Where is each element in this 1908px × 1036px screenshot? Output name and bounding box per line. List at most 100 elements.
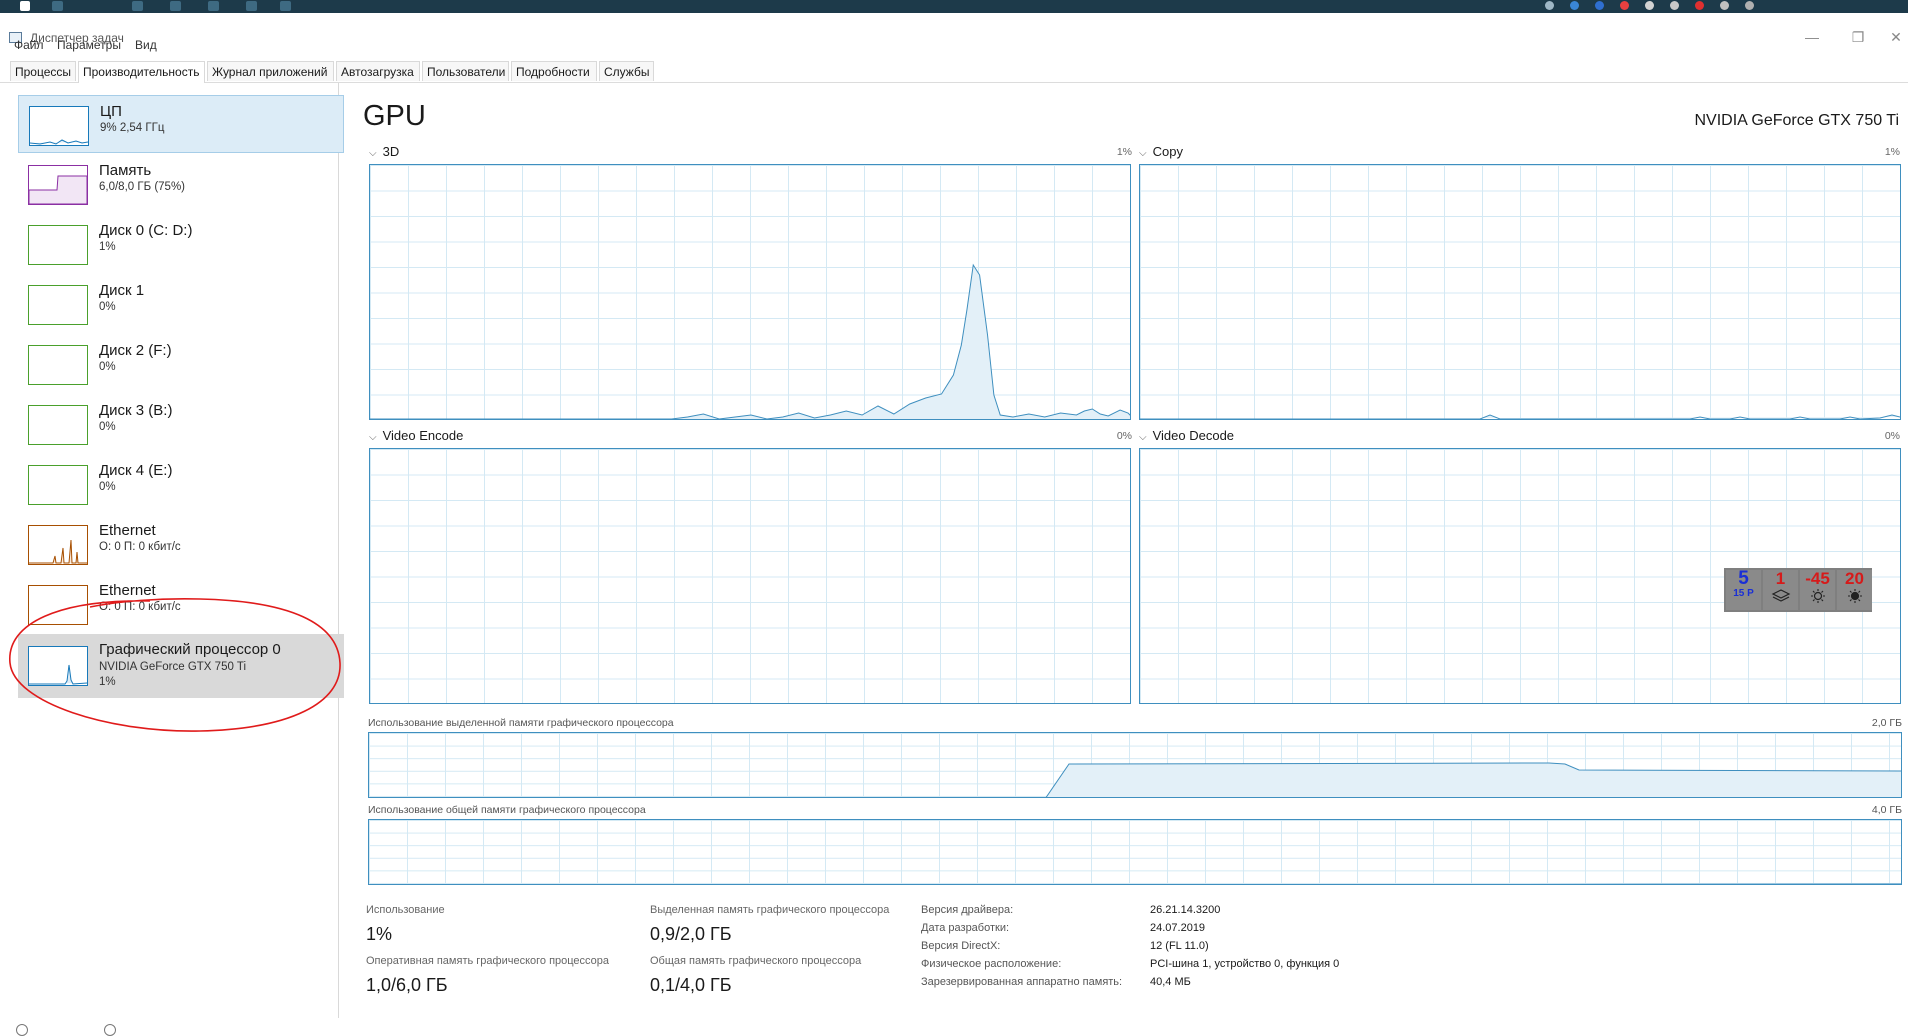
graph-label-copy[interactable]: ⌵ Copy <box>1139 144 1183 159</box>
sidebar-item-ethernet-1[interactable]: Ethernet О: 0 П: 0 кбит/с <box>18 515 344 573</box>
graph-pct-copy: 1% <box>1884 146 1900 158</box>
sidebar-item-cpu[interactable]: ЦП 9% 2,54 ГГц <box>18 95 344 153</box>
taskbar-app-icon[interactable] <box>170 1 181 11</box>
sidebar-item-value: 0% <box>99 481 116 493</box>
sun-icon <box>1810 589 1825 603</box>
tray-icon[interactable] <box>1620 1 1629 10</box>
shared-memory-stat-value: 0,1/4,0 ГБ <box>650 975 732 995</box>
tray-icon[interactable] <box>1570 1 1579 10</box>
graph-label-3d[interactable]: ⌵ 3D <box>369 144 399 159</box>
physical-location-key: Физическое расположение: <box>921 958 1062 970</box>
taskbar-app-icon[interactable] <box>280 1 291 11</box>
tray-icon[interactable] <box>1745 1 1754 10</box>
minimize-icon[interactable]: — <box>1792 27 1832 47</box>
disk-thumbnail <box>28 465 88 505</box>
shared-memory-line <box>1485 883 1901 884</box>
resource-sidebar: ЦП 9% 2,54 ГГц Память 6,0/8,0 ГБ (75%) Д… <box>8 83 344 1018</box>
dedicated-memory-stat-label: Выделенная память графического процессор… <box>650 904 890 916</box>
taskbar-app-icon[interactable] <box>246 1 257 11</box>
gpu-ram-value: 1,0/6,0 ГБ <box>366 975 448 995</box>
tab-performance[interactable]: Производительность <box>78 61 205 83</box>
sidebar-item-memory[interactable]: Память 6,0/8,0 ГБ (75%) <box>18 155 344 213</box>
widget-cell: 1 <box>1763 570 1798 610</box>
widget-cell: -45 <box>1800 570 1835 610</box>
tray-icon[interactable] <box>1645 1 1654 10</box>
dedicated-memory-max: 2,0 ГБ <box>1871 717 1902 729</box>
search-icon[interactable] <box>52 1 63 11</box>
tray-icon[interactable] <box>1670 1 1679 10</box>
driver-version-value: 26.21.14.3200 <box>1150 904 1221 916</box>
tab-startup[interactable]: Автозагрузка <box>336 61 420 81</box>
disk-thumbnail <box>28 405 88 445</box>
widget-cell: 5 15 Р <box>1726 569 1761 610</box>
reserved-memory-value: 40,4 МБ <box>1150 976 1191 988</box>
close-icon[interactable]: ✕ <box>1884 27 1908 47</box>
overlay-widget[interactable]: 5 15 Р 1 -45 20 <box>1724 568 1872 612</box>
sun-icon <box>1847 589 1862 603</box>
dedicated-memory-label: Использование выделенной памяти графичес… <box>368 717 674 729</box>
taskbar-app-icon[interactable] <box>208 1 219 11</box>
sidebar-item-disk-4[interactable]: Диск 4 (E:) 0% <box>18 455 344 513</box>
sidebar-item-label: Диск 3 (B:) <box>99 402 173 419</box>
tray-icon[interactable] <box>1595 1 1604 10</box>
tray-icon[interactable] <box>1695 1 1704 10</box>
chevron-down-icon[interactable]: ⌵ <box>1139 148 1147 159</box>
tab-users[interactable]: Пользователи <box>422 61 509 81</box>
sidebar-item-disk-3[interactable]: Диск 3 (B:) 0% <box>18 395 344 453</box>
cpu-thumbnail <box>29 106 89 146</box>
windows-start-icon[interactable] <box>20 1 30 11</box>
graph-copy-line <box>1140 414 1900 419</box>
title-bar: Диспетчер задач — ❐ ✕ <box>0 13 1908 45</box>
graph-pct-3d: 1% <box>1116 146 1132 158</box>
graph-3d-line <box>370 263 1130 419</box>
usage-value: 1% <box>366 924 393 944</box>
graph-label-video-decode[interactable]: ⌵ Video Decode <box>1139 428 1234 443</box>
sidebar-item-disk-0[interactable]: Диск 0 (C: D:) 1% <box>18 215 344 273</box>
disk-thumbnail <box>28 285 88 325</box>
sidebar-item-disk-1[interactable]: Диск 1 0% <box>18 275 344 333</box>
sidebar-item-disk-2[interactable]: Диск 2 (F:) 0% <box>18 335 344 393</box>
driver-date-key: Дата разработки: <box>921 922 1010 934</box>
chevron-down-icon[interactable]: ⌵ <box>369 432 377 443</box>
menu-options[interactable]: Параметры <box>57 38 121 52</box>
memory-thumbnail <box>28 165 88 205</box>
usage-label: Использование <box>366 904 445 916</box>
driver-date-value: 24.07.2019 <box>1150 922 1206 934</box>
sidebar-item-value: 9% 2,54 ГГц <box>100 122 165 134</box>
sidebar-item-label: Диск 4 (E:) <box>99 462 173 479</box>
tab-services[interactable]: Службы <box>599 61 654 81</box>
graph-video-encode <box>369 448 1131 704</box>
physical-location-value: PCI-шина 1, устройство 0, функция 0 <box>1150 958 1340 970</box>
ethernet-thumbnail <box>28 525 88 565</box>
resource-monitor-icon[interactable] <box>104 1024 116 1036</box>
shared-memory-max: 4,0 ГБ <box>1871 804 1902 816</box>
gpu-ram-label: Оперативная память графического процессо… <box>366 955 610 967</box>
tab-details[interactable]: Подробности <box>511 61 597 81</box>
red-circle-annotation <box>9 598 341 732</box>
graph-pct-video-encode: 0% <box>1116 430 1132 442</box>
restore-icon[interactable]: ❐ <box>1838 27 1878 47</box>
sidebar-item-value: 6,0/8,0 ГБ (75%) <box>99 181 186 193</box>
menu-view[interactable]: Вид <box>135 38 157 52</box>
taskbar-app-icon[interactable] <box>132 1 143 11</box>
disk-thumbnail <box>28 345 88 385</box>
tray-icon[interactable] <box>1545 1 1554 10</box>
tab-processes[interactable]: Процессы <box>10 61 76 81</box>
dedicated-memory-line <box>1045 762 1901 797</box>
sidebar-item-label: Диск 2 (F:) <box>99 342 172 359</box>
gpu-model-name: NVIDIA GeForce GTX 750 Ti <box>1694 112 1899 129</box>
tray-icon[interactable] <box>1720 1 1729 10</box>
page-title: GPU <box>363 100 426 132</box>
driver-version-key: Версия драйвера: <box>921 904 1014 916</box>
menu-file[interactable]: Файл <box>14 38 44 52</box>
graph-copy <box>1139 164 1901 420</box>
taskbar <box>0 0 1908 13</box>
graph-label-video-encode[interactable]: ⌵ Video Encode <box>369 428 463 443</box>
fewer-details-icon[interactable] <box>16 1024 28 1036</box>
chevron-down-icon[interactable]: ⌵ <box>1139 432 1147 443</box>
bottom-bar <box>0 1022 1908 1036</box>
tab-app-history[interactable]: Журнал приложений <box>207 61 334 81</box>
reserved-memory-key: Зарезервированная аппаратно память: <box>921 976 1123 988</box>
sidebar-item-label: ЦП <box>100 103 122 120</box>
chevron-down-icon[interactable]: ⌵ <box>369 148 377 159</box>
